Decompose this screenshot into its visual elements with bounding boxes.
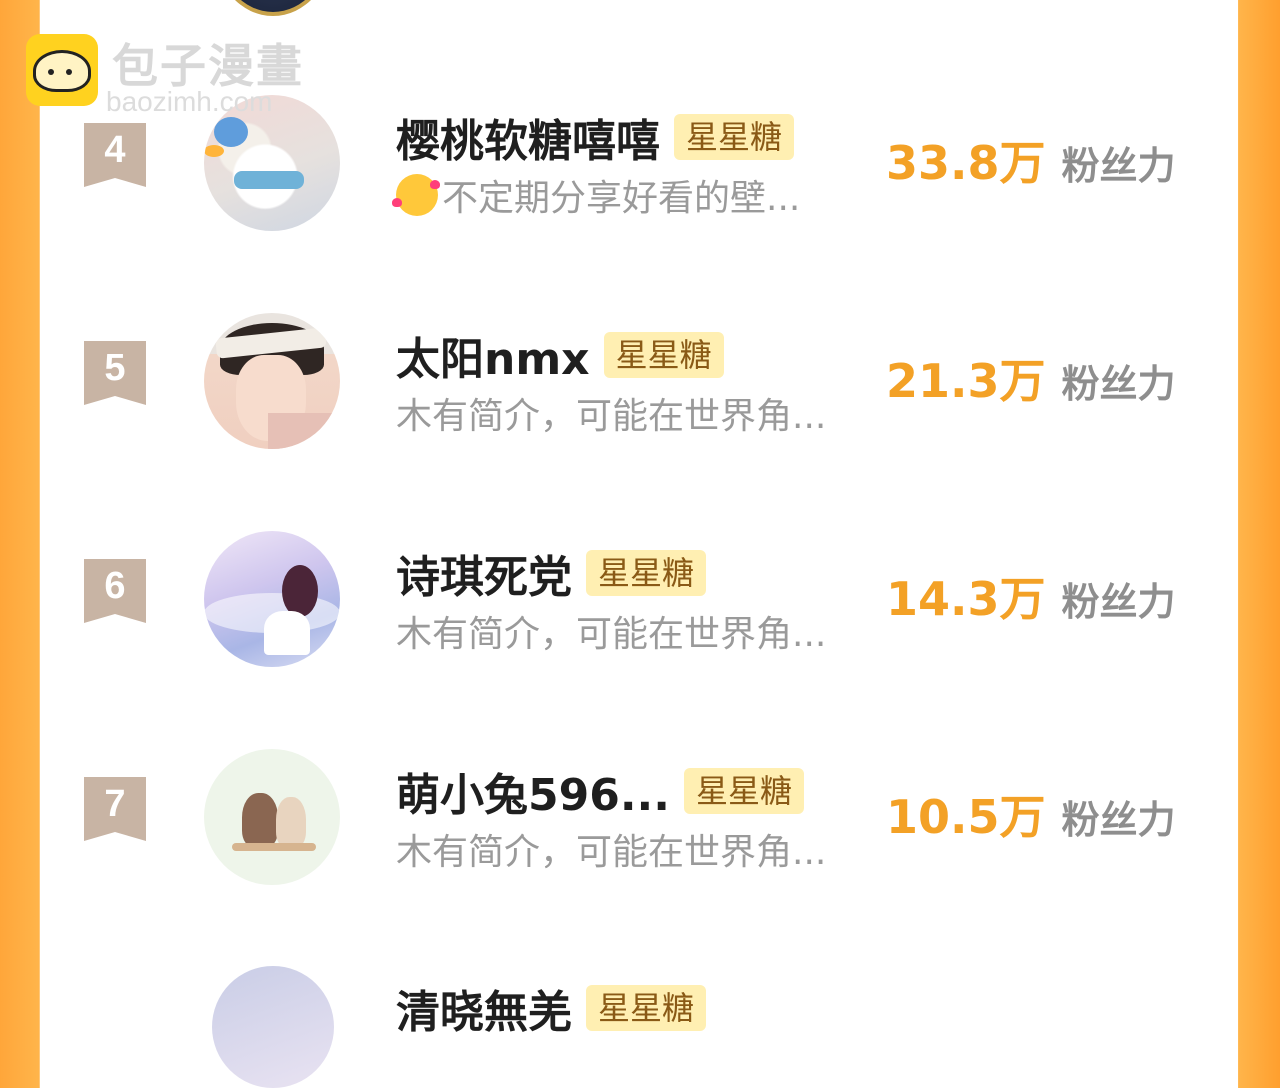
rank-badge: 4 — [84, 123, 146, 187]
fan-power-label: 粉丝力 — [1061, 144, 1176, 188]
user-bio: 木有简介，可能在世界角... — [396, 832, 827, 873]
username[interactable]: 樱桃软糖嘻嘻 星星糖 — [396, 105, 795, 169]
fan-power: 21.3万 粉丝力 — [886, 345, 1176, 411]
user-bio: 不定期分享好看的壁... — [392, 169, 801, 221]
bio-text: 不定期分享好看的壁... — [442, 178, 801, 219]
smiling-hearts-emoji-icon — [392, 174, 440, 216]
fan-power-value: 10.5万 — [886, 790, 1046, 844]
ranking-row[interactable]: 7 萌小兔596... 星星糖 木有简介，可能在世界角... 10.5万 粉丝力 — [0, 749, 1280, 889]
fan-power: 14.3万 粉丝力 — [886, 563, 1176, 629]
level-badge: 星星糖 — [674, 114, 795, 160]
girl-avatar[interactable] — [204, 531, 340, 667]
watermark-url: baozimh.com — [106, 86, 273, 117]
level-badge: 星星糖 — [684, 768, 805, 814]
username[interactable]: 萌小兔596... 星星糖 — [396, 759, 805, 823]
level-badge: 星星糖 — [586, 550, 707, 596]
username-text: 太阳nmx — [396, 334, 590, 385]
user-bio: 木有简介，可能在世界角... — [396, 396, 827, 437]
fan-power: 10.5万 粉丝力 — [886, 781, 1176, 847]
fan-power-value: 21.3万 — [886, 354, 1046, 408]
fan-power-label: 粉丝力 — [1061, 580, 1176, 624]
username[interactable]: 清晓無羌 星星糖 — [396, 976, 707, 1040]
fan-power-value: 33.8万 — [886, 136, 1046, 190]
rank-badge: 6 — [84, 559, 146, 623]
user-bio: 木有简介，可能在世界角... — [396, 614, 827, 655]
fan-power: 33.8万 粉丝力 — [886, 127, 1176, 193]
username[interactable]: 太阳nmx 星星糖 — [396, 323, 724, 387]
rank-badge: 5 — [84, 341, 146, 405]
rank-badge: 7 — [84, 777, 146, 841]
ranking-row[interactable]: 6 诗琪死党 星星糖 木有简介，可能在世界角... 14.3万 粉丝力 — [0, 531, 1280, 671]
fan-power-label: 粉丝力 — [1061, 798, 1176, 842]
level-badge: 星星糖 — [603, 332, 724, 378]
ranking-row[interactable]: 5 太阳nmx 星星糖 木有简介，可能在世界角... 21.3万 粉丝力 — [0, 313, 1280, 453]
username-text: 诗琪死党 — [396, 552, 572, 603]
fan-power-value: 14.3万 — [886, 572, 1046, 626]
username-text: 清晓無羌 — [396, 987, 572, 1038]
username-text: 萌小兔596... — [396, 770, 670, 821]
fan-power-label: 粉丝力 — [1061, 362, 1176, 406]
level-badge: 星星糖 — [586, 985, 707, 1031]
avatar[interactable] — [212, 966, 334, 1088]
username[interactable]: 诗琪死党 星星糖 — [396, 541, 707, 605]
cats-avatar[interactable] — [204, 749, 340, 885]
username-text: 樱桃软糖嘻嘻 — [396, 116, 660, 167]
bun-logo-icon — [26, 34, 98, 106]
man-avatar[interactable] — [204, 313, 340, 449]
